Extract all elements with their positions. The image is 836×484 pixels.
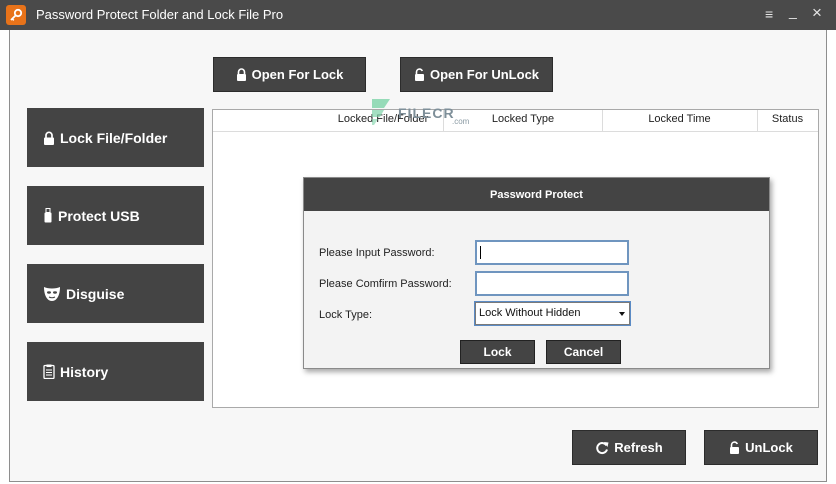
confirm-password-label: Please Comfirm Password: — [319, 278, 452, 290]
lock-icon — [44, 131, 54, 145]
clipboard-icon — [43, 364, 55, 379]
column-header-status[interactable]: Status — [757, 113, 818, 125]
sidebar-item-label: Protect USB — [58, 207, 140, 224]
unlock-label: UnLock — [745, 440, 793, 455]
usb-icon — [44, 208, 52, 223]
password-protect-dialog: Password Protect Please Input Password: … — [303, 177, 770, 369]
unlock-icon — [730, 441, 740, 454]
open-for-unlock-label: Open For UnLock — [429, 67, 540, 82]
table-header: Locked File/Folder Locked Type Locked Ti… — [213, 110, 818, 132]
mask-icon — [44, 286, 60, 301]
text-caret — [480, 246, 481, 259]
open-for-unlock-button[interactable]: Open For UnLock — [400, 57, 553, 92]
sidebar-item-protect-usb[interactable]: Protect USB — [27, 186, 204, 245]
app-key-icon — [6, 5, 26, 25]
sidebar-item-disguise[interactable]: Disguise — [27, 264, 204, 323]
open-for-lock-label: Open For Lock — [251, 67, 344, 82]
column-header-locked-type[interactable]: Locked Type — [443, 113, 603, 125]
sidebar-item-label: Lock File/Folder — [60, 129, 168, 146]
sidebar-item-label: Disguise — [66, 285, 125, 302]
lock-button[interactable]: Lock — [460, 340, 535, 364]
confirm-password-input[interactable] — [475, 271, 629, 296]
password-label: Please Input Password: — [319, 247, 435, 259]
lock-type-label: Lock Type: — [319, 309, 372, 321]
password-input[interactable] — [475, 240, 629, 265]
minimize-button[interactable]: _ — [789, 3, 797, 19]
sidebar-item-label: History — [60, 363, 109, 380]
dialog-title: Password Protect — [304, 178, 769, 211]
menu-icon[interactable]: ≡ — [765, 6, 773, 22]
lock-type-select[interactable]: Lock Without Hidden — [474, 301, 631, 326]
lock-type-value: Lock Without Hidden — [479, 307, 581, 319]
lock-icon — [236, 68, 246, 81]
column-header-locked-time[interactable]: Locked Time — [602, 113, 757, 125]
refresh-icon — [596, 441, 609, 454]
open-for-lock-button[interactable]: Open For Lock — [213, 57, 366, 92]
unlock-icon — [414, 68, 424, 81]
close-button[interactable]: × — [812, 4, 822, 21]
dropdown-arrow-icon — [619, 312, 625, 316]
title-bar: Password Protect Folder and Lock File Pr… — [0, 0, 836, 30]
window-title: Password Protect Folder and Lock File Pr… — [36, 7, 284, 22]
cancel-button[interactable]: Cancel — [546, 340, 621, 364]
sidebar-item-lock-file-folder[interactable]: Lock File/Folder — [27, 108, 204, 167]
refresh-label: Refresh — [614, 440, 663, 455]
unlock-button[interactable]: UnLock — [704, 430, 818, 465]
sidebar-item-history[interactable]: History — [27, 342, 204, 401]
refresh-button[interactable]: Refresh — [572, 430, 686, 465]
